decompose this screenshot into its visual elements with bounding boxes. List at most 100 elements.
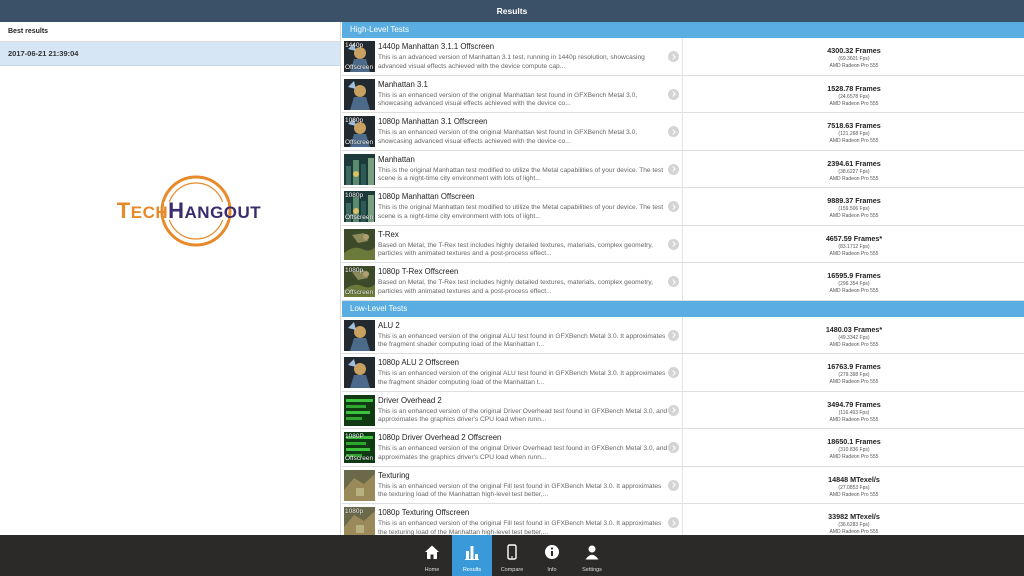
tab-settings[interactable]: Settings <box>572 535 612 576</box>
score-gpu: AMD Radeon Pro 555 <box>829 63 879 69</box>
test-row[interactable]: T-Rex Based on Metal, the T-Rex test incl… <box>342 225 1024 263</box>
score-gpu: AMD Radeon Pro 555 <box>829 454 879 460</box>
score-gpu: AMD Radeon Pro 555 <box>829 491 879 498</box>
chevron-right-icon[interactable] <box>668 404 679 416</box>
score-fps: (310.836 Fps) <box>838 447 870 453</box>
score-cell: 2394.61 Frames (38.6227 Fps) AMD Radeon Pr… <box>682 150 1024 188</box>
chevron-right-icon[interactable] <box>668 238 679 250</box>
score-fps: (24.6578 Fps) <box>838 93 870 100</box>
thumbnail-resolution-label: 1080p <box>345 117 364 124</box>
chevron-right-icon[interactable] <box>668 163 679 175</box>
test-name: ALU 2 <box>378 320 400 330</box>
score-value: 16763.9 Frames <box>827 362 881 371</box>
score-cell: 18650.1 Frames (310.836 Fps) AMD Radeon Pr… <box>682 429 1024 466</box>
chevron-right-icon[interactable] <box>668 517 679 528</box>
test-thumbnail <box>344 469 375 501</box>
score-value: 2394.61 Frames <box>827 158 881 168</box>
score-cell: 4657.59 Frames* (83.1712 Fps) AMD Radeon P… <box>682 225 1024 263</box>
test-row[interactable]: Manhattan This is the original Manhattan … <box>342 150 1024 188</box>
test-name: T-Rex <box>378 229 399 239</box>
test-row[interactable]: 1080p Offscreen 1080p Manhattan Offscreen T… <box>342 188 1024 226</box>
score-gpu: AMD Radeon Pro 555 <box>829 213 879 219</box>
chevron-right-icon[interactable] <box>668 367 679 378</box>
score-gpu: AMD Radeon Pro 555 <box>829 288 879 294</box>
test-description: This is an enhanced version of the origi… <box>378 370 666 386</box>
test-name: Manhattan <box>378 154 415 164</box>
score-value: 1480.03 Frames* <box>825 324 883 334</box>
chevron-right-icon[interactable] <box>668 51 679 62</box>
test-thumbnail: 1080p <box>344 507 375 535</box>
test-name: Manhattan 3.1 <box>378 79 428 89</box>
test-row[interactable]: Manhattan 3.1 This is an enhanced version… <box>342 75 1024 113</box>
score-gpu: AMD Radeon Pro 555 <box>829 175 879 182</box>
score-gpu: AMD Radeon Pro 555 <box>829 138 879 144</box>
bottom-tab-bar: Home Results Compare Info Settings <box>0 535 1024 576</box>
score-fps: (159.506 Fps) <box>838 206 870 212</box>
test-name: Driver Overhead 2 <box>378 395 442 405</box>
test-row[interactable]: Driver Overhead 2 This is an enhanced ver… <box>342 391 1024 429</box>
score-value: 4657.59 Frames* <box>825 233 883 243</box>
score-cell: 4300.32 Frames (69.3601 Fps) AMD Radeon Pr… <box>682 38 1024 75</box>
score-cell: 1480.03 Frames* (49.3342 Fps) AMD Radeon P… <box>682 316 1024 354</box>
score-value: 9889.37 Frames <box>827 196 881 205</box>
chevron-right-icon[interactable] <box>668 442 679 453</box>
score-gpu: AMD Radeon Pro 555 <box>829 341 879 348</box>
tab-info[interactable]: Info <box>532 535 572 576</box>
tab-results[interactable]: Results <box>452 535 492 576</box>
score-cell: 1528.78 Frames (24.6578 Fps) AMD Radeon Pr… <box>682 75 1024 113</box>
score-cell: 9889.37 Frames (159.506 Fps) AMD Radeon Pr… <box>682 188 1024 225</box>
score-fps: (121.268 Fps) <box>838 131 870 137</box>
score-fps: (27.0853 Fps) <box>838 484 870 491</box>
best-results-header: Best results <box>0 22 340 42</box>
test-name: 1080p Texturing Offscreen <box>378 508 470 517</box>
thumbnail-offscreen-label: Offscreen <box>345 214 374 221</box>
score-value: 1528.78 Frames <box>827 83 881 93</box>
test-name: 1080p Driver Overhead 2 Offscreen <box>378 433 502 442</box>
tab-label: Settings <box>582 567 602 573</box>
test-thumbnail <box>344 394 375 426</box>
test-thumbnail <box>344 319 375 351</box>
chevron-right-icon[interactable] <box>668 126 679 137</box>
test-row[interactable]: 1440p Offscreen 1440p Manhattan 3.1.1 Offs… <box>342 38 1024 76</box>
score-cell: 7518.63 Frames (121.268 Fps) AMD Radeon Pr… <box>682 113 1024 150</box>
score-value: 18650.1 Frames <box>827 437 881 446</box>
chevron-right-icon[interactable] <box>668 88 679 100</box>
page-title: Results <box>496 6 528 16</box>
test-description: This is an enhanced version of the origi… <box>378 445 668 461</box>
chevron-right-icon[interactable] <box>668 329 679 341</box>
test-row[interactable]: Texturing This is an enhanced version of … <box>342 466 1024 504</box>
test-row[interactable]: 1080P Offscreen 1080p Driver Overhead 2 Of… <box>342 429 1024 467</box>
chevron-right-icon[interactable] <box>668 276 679 287</box>
test-name: 1080p T-Rex Offscreen <box>378 267 459 276</box>
test-row[interactable]: 1080p 1080p Texturing Offscreen This is an… <box>342 504 1024 535</box>
score-value: 33982 MTexel/s <box>828 512 880 521</box>
score-fps: (49.3342 Fps) <box>838 334 870 341</box>
thumbnail-resolution-label: 1080p <box>345 267 364 274</box>
chevron-right-icon[interactable] <box>668 201 679 212</box>
test-name: 1080p Manhattan 3.1 Offscreen <box>378 117 488 126</box>
best-result-item[interactable]: 2017-06-21 21:39:04 <box>0 42 340 66</box>
test-thumbnail <box>344 357 375 388</box>
chevron-right-icon[interactable] <box>668 479 679 491</box>
score-gpu: AMD Radeon Pro 555 <box>829 379 879 385</box>
thumbnail-offscreen-label: Offscreen <box>345 64 374 71</box>
score-value: 14848 MTexel/s <box>828 474 880 484</box>
score-gpu: AMD Radeon Pro 555 <box>829 250 879 257</box>
test-row[interactable]: ALU 2 This is an enhanced version of the … <box>342 316 1024 354</box>
test-description: This is an enhanced version of the origi… <box>378 332 666 349</box>
results-list[interactable]: High-Level Tests 1440p Offscreen 1440p Manh… <box>342 22 1024 535</box>
title-bar: Results <box>0 0 1024 22</box>
score-value: 4300.32 Frames <box>827 46 881 55</box>
score-fps: (38.6227 Fps) <box>838 168 870 175</box>
test-description: This is the original Manhattan test modi… <box>378 166 664 183</box>
tab-home[interactable]: Home <box>412 535 452 576</box>
score-value: 7518.63 Frames <box>827 121 881 130</box>
score-fps: (83.1712 Fps) <box>838 243 870 250</box>
test-row[interactable]: 1080p Offscreen 1080p T-Rex Offscreen Based… <box>342 263 1024 301</box>
score-fps: (296.354 Fps) <box>838 281 870 287</box>
thumbnail-offscreen-label: Offscreen <box>345 139 374 146</box>
test-row[interactable]: 1080p Offscreen 1080p Manhattan 3.1 Offscr… <box>342 113 1024 151</box>
tab-label: Info <box>547 567 557 573</box>
tab-compare[interactable]: Compare <box>492 535 532 576</box>
test-row[interactable]: 1080p ALU 2 Offscreen This is an enhanced… <box>342 354 1024 392</box>
